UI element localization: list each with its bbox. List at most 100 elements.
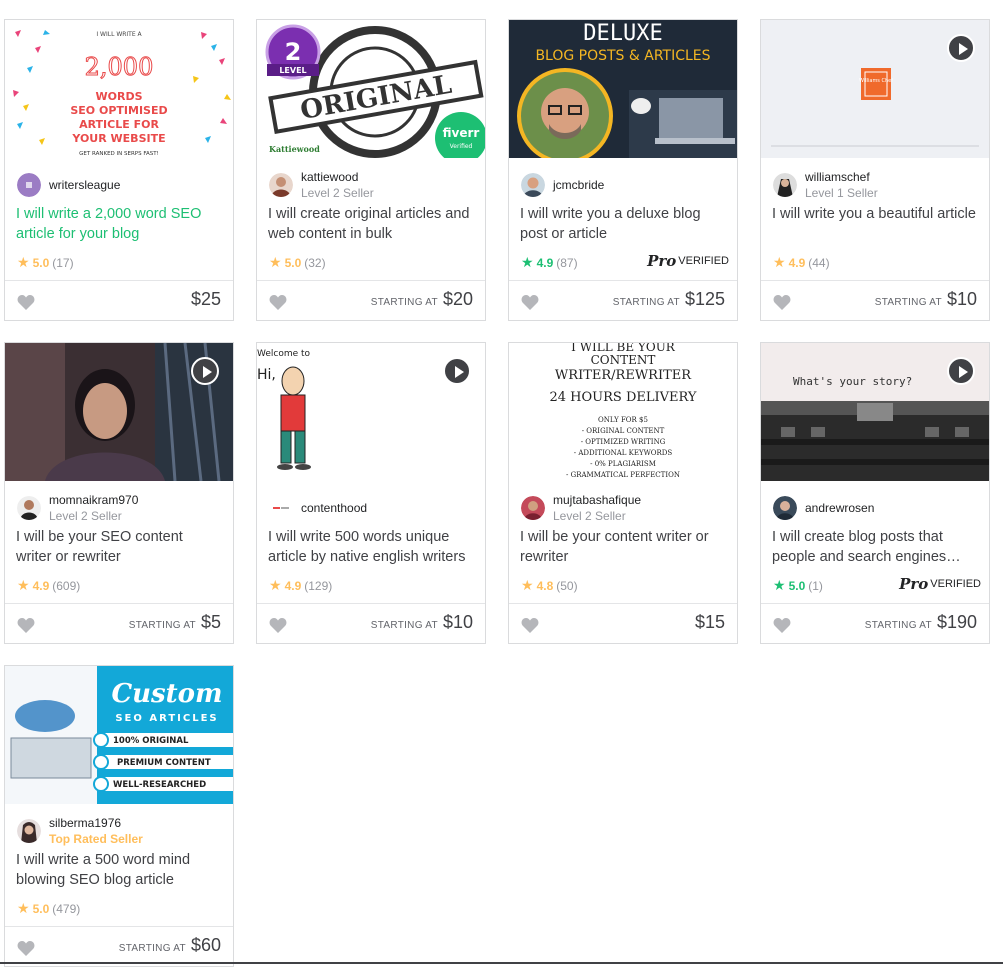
thumb-text: 2,000 [85, 53, 154, 81]
gig-title[interactable]: I will be your SEO content writer or rew… [16, 527, 222, 567]
seller-name[interactable]: williamschef [805, 169, 878, 185]
avatar[interactable] [17, 496, 41, 520]
seller-name[interactable]: contenthood [301, 500, 367, 516]
avatar[interactable] [17, 819, 41, 843]
avatar[interactable] [521, 496, 545, 520]
starting-at-label: STARTING AT [128, 620, 196, 631]
price[interactable]: STARTING AT $190 [865, 612, 977, 633]
review-count: (17) [52, 255, 74, 270]
seller-name[interactable]: jcmcbride [553, 177, 604, 193]
rating-value: 5.0 [32, 255, 50, 270]
avatar[interactable] [521, 173, 545, 197]
gig-title[interactable]: I will create blog posts that people and… [772, 527, 978, 567]
thumb-text: SEO ARTICLES [115, 713, 218, 724]
review-count: (479) [52, 901, 81, 916]
gig-title[interactable]: I will write 500 words unique article by… [268, 527, 474, 567]
gig-thumbnail[interactable]: ORIGINAL 2 LEVEL fiverr Verified Kattiew… [257, 20, 485, 158]
gig-thumbnail[interactable]: Welcome to Hi, [257, 343, 485, 481]
price[interactable]: $15 [690, 612, 725, 633]
price[interactable]: STARTING AT $10 [371, 612, 473, 633]
avatar[interactable] [17, 173, 41, 197]
heart-icon[interactable] [17, 941, 35, 957]
price[interactable]: $25 [186, 289, 221, 310]
play-video-icon[interactable] [947, 357, 975, 385]
gig-title[interactable]: I will write you a deluxe blog post or a… [520, 204, 726, 244]
seller-info: momnaikram970 Level 2 Seller [17, 492, 138, 523]
review-count: (609) [52, 578, 81, 593]
gig-thumbnail[interactable]: What's your story? [761, 343, 989, 481]
heart-icon[interactable] [521, 618, 539, 634]
gig-card[interactable]: What's your story? andrewrosen I will cr… [760, 342, 990, 644]
gig-thumbnail[interactable]: Williams Chef [761, 20, 989, 158]
gig-card[interactable]: I WILL BE YOUR CONTENT WRITER/REWRITER 2… [508, 342, 738, 644]
price[interactable]: STARTING AT $60 [119, 935, 221, 956]
gig-title[interactable]: I will write you a beautiful article [772, 204, 978, 244]
seller-name[interactable]: mujtabashafique [553, 492, 641, 508]
heart-icon[interactable] [269, 295, 287, 311]
gig-thumbnail[interactable]: DELUXE BLOG POSTS & ARTICLES [509, 20, 737, 158]
thumb-text: YOUR WEBSITE [71, 132, 165, 145]
seller-info: jcmcbride [521, 172, 604, 198]
gig-title[interactable]: I will write a 500 word mind blowing SEO… [16, 850, 222, 890]
gig-card[interactable]: Williams Chef williamschef Level 1 Seller… [760, 19, 990, 321]
seller-name[interactable]: momnaikram970 [49, 492, 138, 508]
gig-card[interactable]: I WILL WRITE A 2,000 WORDS SEO OPTIMISED… [4, 19, 234, 321]
play-video-icon[interactable] [191, 357, 219, 385]
heart-icon[interactable] [773, 295, 791, 311]
gig-title[interactable]: I will write a 2,000 word SEO article fo… [16, 204, 222, 244]
heart-icon[interactable] [521, 295, 539, 311]
price[interactable]: STARTING AT $125 [613, 289, 725, 310]
thumb-text: ONLY FOR $5 [598, 416, 648, 424]
card-footer: $15 [509, 603, 737, 644]
seller-name[interactable]: kattiewood [301, 169, 374, 185]
gig-thumbnail[interactable]: I WILL WRITE A 2,000 WORDS SEO OPTIMISED… [5, 20, 233, 158]
play-video-icon[interactable] [947, 34, 975, 62]
gig-title[interactable]: I will be your content writer or rewrite… [520, 527, 726, 567]
avatar[interactable] [773, 173, 797, 197]
gig-card[interactable]: momnaikram970 Level 2 Seller I will be yo… [4, 342, 234, 644]
gig-title[interactable]: I will create original articles and web … [268, 204, 474, 244]
avatar[interactable] [773, 496, 797, 520]
thumb-text: - ORIGINAL CONTENT [582, 427, 665, 435]
price[interactable]: STARTING AT $10 [875, 289, 977, 310]
review-count: (32) [304, 255, 326, 270]
rating: ★ 4.8 (50) [521, 577, 578, 594]
heart-icon[interactable] [773, 618, 791, 634]
thumb-text: 100% ORIGINAL [113, 736, 189, 746]
pro-verified-label: VERIFIED [678, 255, 729, 267]
thumb-text: WRITER/REWRITER [555, 368, 692, 383]
avatar[interactable] [269, 173, 293, 197]
price[interactable]: STARTING AT $20 [371, 289, 473, 310]
gig-card[interactable]: ORIGINAL 2 LEVEL fiverr Verified Kattiew… [256, 19, 486, 321]
pro-verified-label: VERIFIED [930, 578, 981, 590]
gig-thumbnail[interactable]: Custom SEO ARTICLES 100% ORIGINAL PREMIU… [5, 666, 233, 804]
card-footer: STARTING AT $5 [5, 603, 233, 644]
heart-icon[interactable] [17, 618, 35, 634]
avatar[interactable] [269, 496, 293, 520]
price[interactable]: STARTING AT $5 [129, 612, 221, 633]
thumb-text: PREMIUM CONTENT [117, 758, 211, 768]
heart-icon[interactable] [269, 618, 287, 634]
starting-at-label: STARTING AT [370, 620, 438, 631]
seller-name[interactable]: writersleague [49, 177, 120, 193]
gig-thumbnail[interactable]: I WILL BE YOUR CONTENT WRITER/REWRITER 2… [509, 343, 737, 481]
rating-value: 4.9 [536, 255, 554, 270]
thumb-text: GET RANKED IN SERPS FAST! [79, 151, 159, 157]
thumb-text: Custom [111, 679, 222, 709]
gig-thumbnail[interactable] [5, 343, 233, 481]
gig-card[interactable]: DELUXE BLOG POSTS & ARTICLES jcmcbride I… [508, 19, 738, 321]
seller-name[interactable]: andrewrosen [805, 500, 874, 516]
rating: ★ 5.0 (32) [269, 254, 326, 271]
rating: ★ 5.0 (479) [17, 900, 80, 917]
gig-card[interactable]: Welcome to Hi, contenthood I will write … [256, 342, 486, 644]
thumb-text: - OPTIMIZED WRITING [581, 438, 666, 446]
rating-value: 5.0 [284, 255, 302, 270]
card-footer: STARTING AT $10 [761, 280, 989, 321]
page-divider [0, 962, 1003, 964]
gig-card[interactable]: Custom SEO ARTICLES 100% ORIGINAL PREMIU… [4, 665, 234, 967]
review-count: (1) [808, 578, 823, 593]
seller-name[interactable]: silberma1976 [49, 815, 143, 831]
card-footer: STARTING AT $190 [761, 603, 989, 644]
play-video-icon[interactable] [443, 357, 471, 385]
heart-icon[interactable] [17, 295, 35, 311]
